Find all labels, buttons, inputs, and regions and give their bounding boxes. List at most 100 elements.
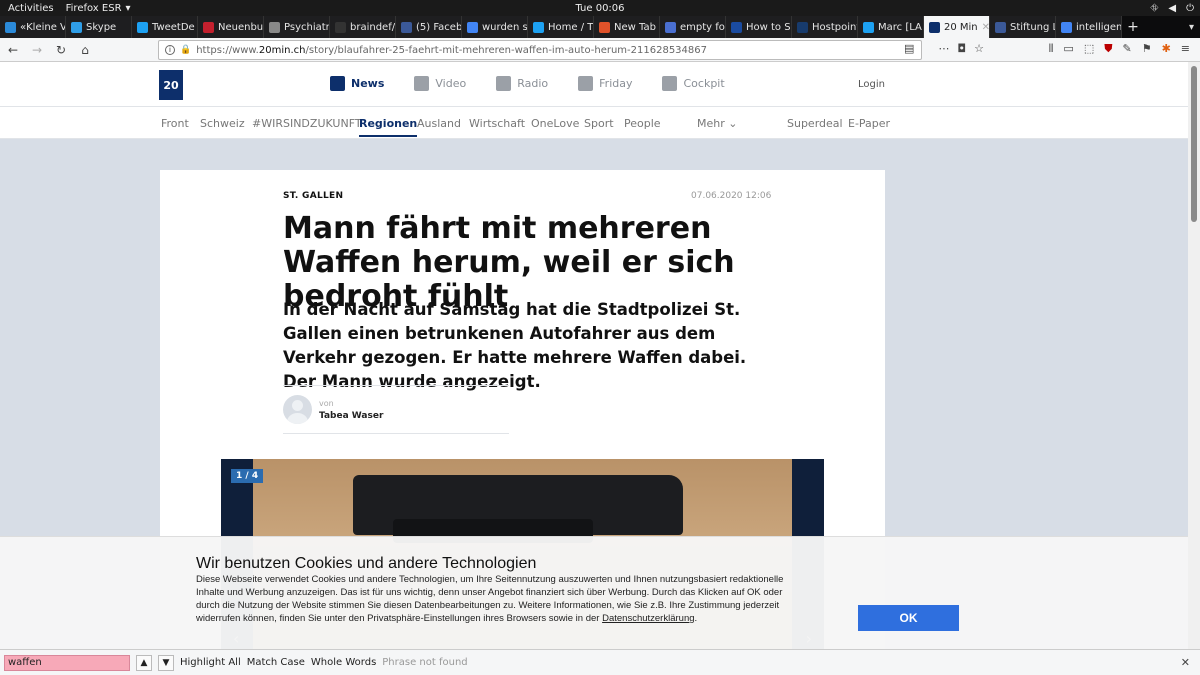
favicon-icon	[863, 21, 874, 33]
library-icon[interactable]: ⫴	[1049, 42, 1054, 56]
section-nav-item[interactable]: Superdeal	[787, 117, 843, 130]
main-nav-item[interactable]: Radio	[496, 76, 548, 91]
divider	[283, 385, 509, 386]
scrollbar[interactable]	[1188, 62, 1200, 649]
tab-label: wurden s	[482, 21, 528, 33]
main-nav-item[interactable]: Friday	[578, 76, 632, 91]
sidebar-icon[interactable]: ▭	[1063, 42, 1073, 56]
whole-words-toggle[interactable]: Whole Words	[311, 657, 376, 668]
section-nav-item[interactable]: E-Paper	[848, 117, 890, 130]
volume-icon: ◀	[1168, 2, 1177, 14]
activities-button[interactable]: Activities	[0, 3, 62, 14]
section-nav-item[interactable]: Wirtschaft	[469, 117, 525, 130]
app-menu-label: Firefox ESR	[65, 2, 122, 14]
cookie-ok-button[interactable]: OK	[858, 605, 959, 631]
system-tray[interactable]: ⛗ ◀ ⏻	[1150, 3, 1194, 14]
extension-icon[interactable]: ✎	[1122, 42, 1131, 56]
new-tab-button[interactable]: +	[1122, 16, 1144, 38]
browser-tab[interactable]: New Tab	[594, 16, 660, 38]
scrollbar-thumb[interactable]	[1191, 66, 1197, 222]
article-date: 07.06.2020 12:06	[691, 191, 772, 201]
screenshot-icon[interactable]: ⬚	[1084, 42, 1094, 56]
find-previous-icon[interactable]: ▲	[136, 654, 152, 671]
tab-label: «Kleine V	[20, 21, 66, 33]
find-next-icon[interactable]: ▼	[158, 654, 174, 671]
info-icon[interactable]: i	[165, 45, 175, 55]
close-tab-icon[interactable]: ✕	[982, 22, 989, 33]
login-link[interactable]: Login	[858, 79, 885, 90]
extension-icon[interactable]: ✱	[1162, 42, 1171, 56]
tab-label: Marc [LA	[878, 21, 922, 33]
system-top-bar: Activities Firefox ESR ▾ Tue 00:06 ⛗ ◀ ⏻	[0, 0, 1200, 16]
forward-icon[interactable]: →	[28, 41, 46, 59]
reload-icon[interactable]: ↻	[52, 41, 70, 59]
section-nav-item[interactable]: Regionen	[359, 117, 418, 137]
favicon-icon	[71, 21, 82, 33]
pocket-icon[interactable]: ◘	[957, 42, 966, 55]
app-menu[interactable]: Firefox ESR ▾	[62, 3, 135, 14]
site-logo[interactable]: 20	[159, 70, 183, 100]
url-bar[interactable]: i 🔒 https://www.20min.ch/story/blaufahre…	[158, 40, 922, 60]
section-nav: Front Schweiz #WIRSINDZUKUNFT Regionen Ausla…	[0, 107, 1188, 139]
browser-tab[interactable]: 20 Min ✕	[924, 16, 990, 38]
browser-tab[interactable]: How to Sp	[726, 16, 792, 38]
tab-label: Skype	[86, 21, 117, 33]
nav-item-icon	[330, 76, 345, 91]
section-nav-item[interactable]: Sport	[584, 117, 614, 130]
privacy-link[interactable]: Datenschutzerklärung	[602, 613, 694, 624]
page-actions-menu-icon[interactable]: ⋯	[938, 42, 949, 55]
section-nav-item[interactable]: Ausland	[417, 117, 461, 130]
section-nav-item[interactable]: #WIRSINDZUKUNFT	[252, 117, 362, 130]
browser-tab[interactable]: TweetDe	[132, 16, 198, 38]
find-input[interactable]: waffen	[4, 654, 130, 671]
lock-icon[interactable]: 🔒	[180, 45, 191, 55]
section-nav-item[interactable]: Mehr ⌄	[697, 117, 737, 130]
tab-list-icon[interactable]: ▾	[1183, 16, 1200, 38]
tab-label: Neuenbur	[218, 21, 264, 33]
nav-item-icon	[496, 76, 512, 91]
author-name[interactable]: Tabea Waser	[319, 411, 383, 421]
section-nav-item[interactable]: Front	[161, 117, 189, 130]
avatar	[283, 395, 312, 424]
section-nav-item[interactable]: People	[624, 117, 661, 130]
tab-label: How to Sp	[746, 21, 792, 33]
main-nav-item[interactable]: News	[330, 76, 384, 91]
main-nav-label: Friday	[599, 77, 633, 90]
browser-tab[interactable]: Marc [LA	[858, 16, 924, 38]
highlight-all-toggle[interactable]: Highlight All	[180, 657, 241, 668]
browser-tab[interactable]: empty fol	[660, 16, 726, 38]
back-icon[interactable]: ←	[4, 41, 22, 59]
browser-tab[interactable]: Stiftung L	[990, 16, 1056, 38]
url-text[interactable]: https://www.20min.ch/story/blaufahrer-25…	[196, 45, 707, 56]
browser-tab[interactable]: (5) Faceb	[396, 16, 462, 38]
browser-tab[interactable]: intelligen	[1056, 16, 1122, 38]
browser-tab[interactable]: Hostpoint	[792, 16, 858, 38]
nav-item-icon	[414, 76, 430, 91]
article-lead: In der Nacht auf Samstag hat die Stadtpo…	[283, 300, 747, 391]
main-nav-item[interactable]: Cockpit	[662, 76, 725, 91]
section-nav-item[interactable]: OneLove	[531, 117, 579, 130]
browser-tab[interactable]: wurden s	[462, 16, 528, 38]
browser-tab[interactable]: braindef/	[330, 16, 396, 38]
favicon-icon	[137, 21, 148, 33]
article-category[interactable]: ST. GALLEN	[283, 191, 343, 201]
browser-tab[interactable]: Skype	[66, 16, 132, 38]
home-icon[interactable]: ⌂	[76, 41, 94, 59]
browser-tab[interactable]: «Kleine V	[0, 16, 66, 38]
menu-icon[interactable]: ≡	[1181, 42, 1190, 56]
favicon-icon	[1061, 21, 1072, 33]
clock: Tue 00:06	[575, 2, 625, 14]
ublock-icon[interactable]: ⛊	[1104, 42, 1112, 56]
tab-label: empty fol	[680, 21, 726, 33]
tab-label: TweetDe	[152, 21, 195, 33]
close-icon[interactable]: ✕	[1181, 656, 1190, 669]
browser-tab[interactable]: Home / T	[528, 16, 594, 38]
browser-tab[interactable]: Psychiatrie L	[264, 16, 330, 38]
match-case-toggle[interactable]: Match Case	[247, 657, 305, 668]
bookmark-star-icon[interactable]: ☆	[974, 42, 984, 55]
reader-view-icon[interactable]: ▤	[904, 42, 914, 55]
browser-tab[interactable]: Neuenbur	[198, 16, 264, 38]
main-nav-item[interactable]: Video	[414, 76, 466, 91]
section-nav-item[interactable]: Schweiz	[200, 117, 245, 130]
extension-icon[interactable]: ⚑	[1142, 42, 1152, 56]
